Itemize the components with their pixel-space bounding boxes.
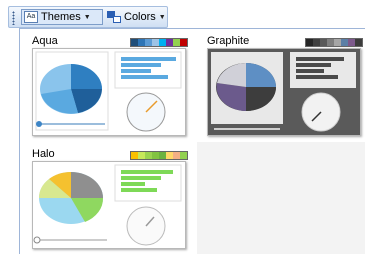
color-swatch bbox=[131, 152, 138, 159]
theme-swatches bbox=[130, 151, 188, 160]
chevron-down-icon: ▼ bbox=[158, 13, 166, 21]
color-swatch bbox=[306, 39, 313, 46]
theme-tile-aqua[interactable]: Aqua bbox=[30, 33, 190, 143]
color-swatch bbox=[327, 39, 334, 46]
themes-icon: Aa bbox=[24, 11, 38, 23]
theme-name: Aqua bbox=[32, 35, 58, 47]
gallery-empty-cell bbox=[197, 142, 365, 254]
color-swatch bbox=[341, 39, 348, 46]
theme-tile-halo[interactable]: Halo bbox=[30, 146, 190, 256]
color-swatch bbox=[138, 152, 145, 159]
theme-tile-graphite[interactable]: Graphite bbox=[205, 33, 365, 143]
theme-gallery: Aqua Graphite Halo bbox=[19, 28, 365, 254]
chevron-down-icon: ▼ bbox=[83, 13, 91, 21]
theme-name: Halo bbox=[32, 148, 55, 160]
color-swatch bbox=[173, 152, 180, 159]
color-swatch bbox=[152, 152, 159, 159]
colors-dropdown-button[interactable]: Colors ▼ bbox=[105, 9, 169, 25]
color-swatch bbox=[138, 39, 145, 46]
theme-swatches bbox=[305, 38, 363, 47]
color-swatch bbox=[334, 39, 341, 46]
color-swatch bbox=[159, 39, 166, 46]
color-swatch bbox=[159, 152, 166, 159]
color-swatch bbox=[166, 152, 173, 159]
color-swatch bbox=[152, 39, 159, 46]
theme-preview bbox=[32, 48, 186, 136]
color-swatch bbox=[180, 152, 187, 159]
color-swatch bbox=[145, 152, 152, 159]
colors-label: Colors bbox=[124, 11, 156, 23]
color-swatch bbox=[180, 39, 187, 46]
theme-toolbar: Aa Themes ▼ Colors ▼ bbox=[8, 6, 168, 28]
theme-swatches bbox=[130, 38, 188, 47]
toolbar-grip-handle[interactable] bbox=[12, 11, 15, 25]
themes-dropdown-button[interactable]: Aa Themes ▼ bbox=[21, 9, 103, 25]
color-swatch bbox=[173, 39, 180, 46]
theme-name: Graphite bbox=[207, 35, 250, 47]
theme-preview bbox=[32, 161, 186, 249]
colors-icon bbox=[107, 11, 121, 23]
color-swatch bbox=[313, 39, 320, 46]
color-swatch bbox=[131, 39, 138, 46]
color-swatch bbox=[348, 39, 355, 46]
theme-preview bbox=[207, 48, 361, 136]
color-swatch bbox=[355, 39, 362, 46]
color-swatch bbox=[166, 39, 173, 46]
color-swatch bbox=[320, 39, 327, 46]
color-swatch bbox=[145, 39, 152, 46]
themes-label: Themes bbox=[41, 11, 81, 23]
